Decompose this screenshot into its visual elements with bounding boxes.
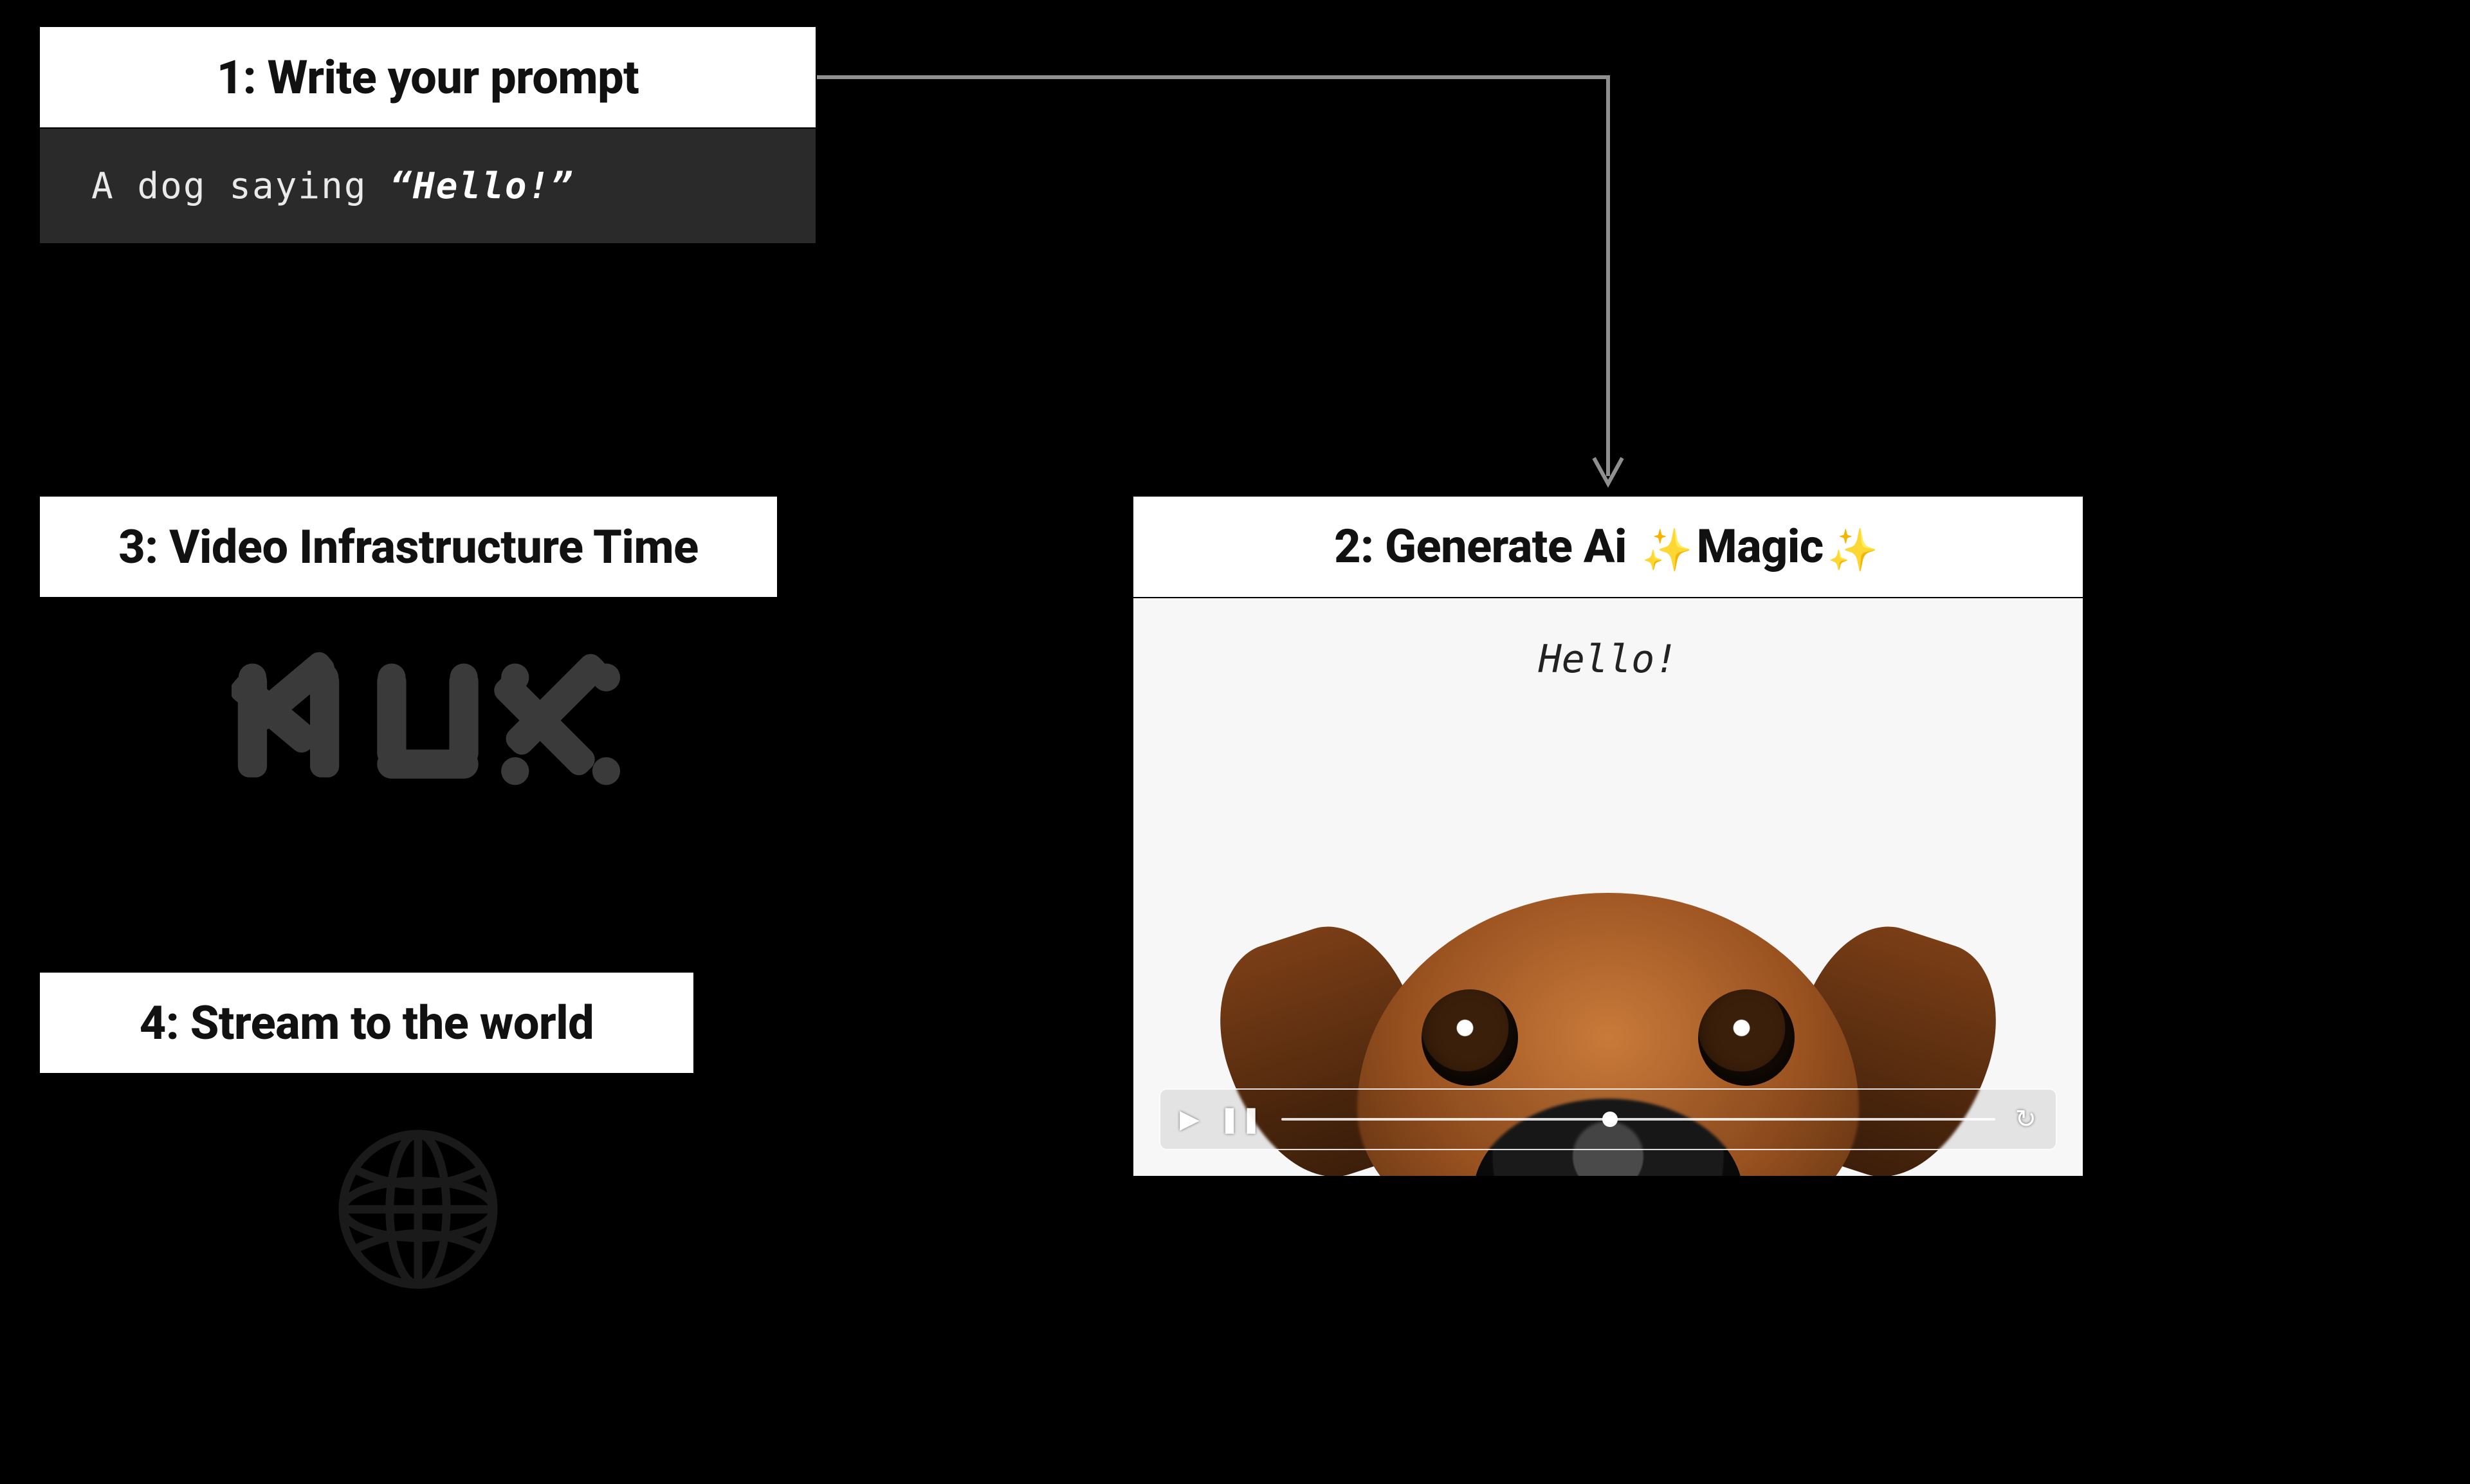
step-3-title: 3: Video Infrastructure Time	[118, 520, 698, 574]
sparkle-icon: ✨	[1824, 526, 1882, 574]
step-1-title: 1: Write your prompt	[217, 50, 639, 105]
prompt-input-panel[interactable]: A dog saying “Hello!”	[39, 129, 817, 244]
step-2-header: 2: Generate Ai ✨Magic✨	[1132, 495, 2084, 598]
step-1-header: 1: Write your prompt	[39, 26, 817, 129]
pause-icon[interactable]: ❚❚	[1219, 1106, 1262, 1132]
seek-track[interactable]	[1281, 1118, 1996, 1121]
prompt-prefix: A dog saying	[91, 165, 390, 207]
play-icon[interactable]: ▶	[1180, 1106, 1200, 1132]
video-speech-text: Hello!	[1133, 637, 2083, 682]
diagram-stage: 1: Write your prompt A dog saying “Hello…	[0, 0, 2470, 1484]
mux-logo	[232, 643, 624, 798]
step-4-title: 4: Stream to the world	[140, 996, 594, 1050]
loop-icon[interactable]: ↻	[2015, 1106, 2036, 1132]
seek-thumb[interactable]	[1602, 1112, 1618, 1127]
step-3-header: 3: Video Infrastructure Time	[39, 495, 778, 598]
step-2-title-mid: Magic	[1697, 519, 1824, 574]
video-controls: ▶ ❚❚ ↻	[1159, 1088, 2057, 1150]
step-2-title: 2: Generate Ai ✨Magic✨	[1334, 519, 1882, 574]
globe-icon	[322, 1113, 515, 1306]
prompt-text: A dog saying “Hello!”	[91, 165, 574, 207]
step-4-header: 4: Stream to the world	[39, 971, 695, 1074]
prompt-quoted: “Hello!”	[390, 165, 574, 207]
sparkle-icon: ✨	[1638, 526, 1696, 574]
step-2-title-pre: 2: Generate Ai	[1334, 519, 1638, 574]
generated-video-panel: Hello! ▶ ❚❚ ↻	[1132, 598, 2084, 1177]
